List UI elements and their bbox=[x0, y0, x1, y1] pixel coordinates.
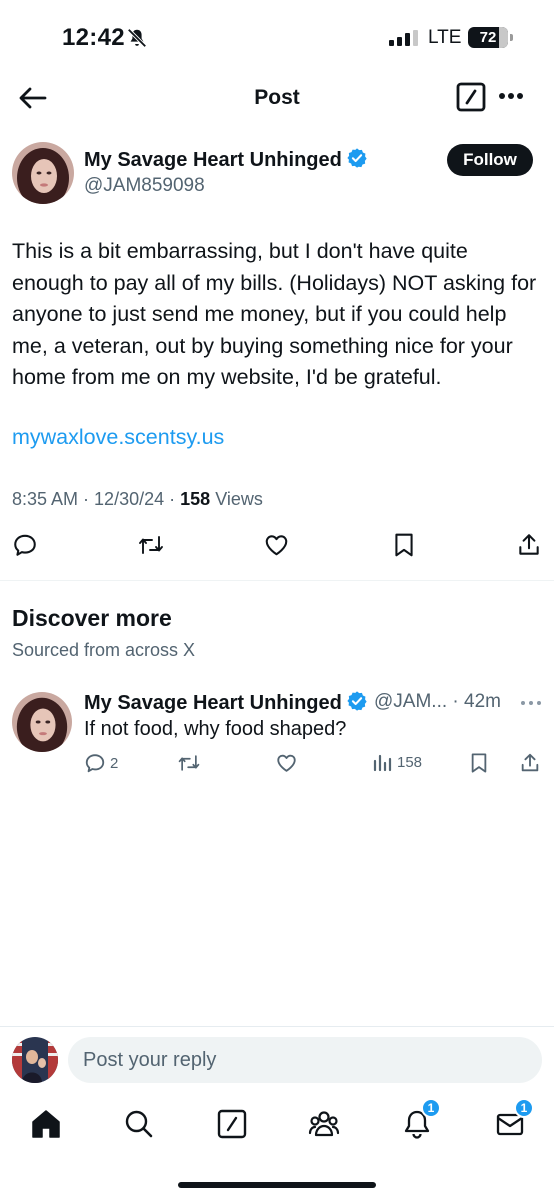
user-avatar[interactable] bbox=[12, 1037, 58, 1083]
related-reply-button[interactable]: 2 bbox=[84, 752, 118, 774]
header: Post bbox=[0, 72, 554, 124]
battery-level: 72 bbox=[479, 29, 497, 46]
heart-icon bbox=[277, 754, 296, 772]
analytics-icon bbox=[373, 754, 392, 772]
network-label: LTE bbox=[428, 27, 462, 48]
home-indicator bbox=[178, 1182, 376, 1188]
more-options-icon[interactable] bbox=[498, 92, 524, 100]
communities-icon[interactable] bbox=[308, 1108, 340, 1140]
compose-icon[interactable] bbox=[456, 82, 486, 112]
post-views-label: Views bbox=[215, 489, 263, 509]
related-author-name[interactable]: My Savage Heart Unhinged bbox=[84, 690, 368, 715]
post-link[interactable]: mywaxlove.scentsy.us bbox=[12, 425, 224, 450]
post-text: This is a bit embarrassing, but I don't … bbox=[12, 239, 537, 389]
related-like-button[interactable] bbox=[275, 752, 298, 774]
home-icon[interactable] bbox=[30, 1108, 62, 1140]
follow-button[interactable]: Follow bbox=[447, 144, 533, 176]
discover-title: Discover more bbox=[12, 605, 172, 631]
reply-icon bbox=[85, 754, 105, 773]
verified-badge-icon bbox=[347, 691, 367, 711]
bookmark-icon bbox=[395, 533, 413, 557]
post-time: 8:35 AM bbox=[12, 489, 79, 509]
related-bookmark-button[interactable] bbox=[469, 752, 489, 774]
related-repost-button[interactable] bbox=[177, 752, 201, 774]
post-date: 12/30/24 bbox=[94, 489, 165, 509]
heart-icon bbox=[265, 535, 288, 556]
notifications-badge: 1 bbox=[421, 1098, 441, 1118]
reply-icon bbox=[14, 534, 36, 556]
post-meta: 8:35 AM · 12/30/24 · 158 Views bbox=[12, 489, 263, 509]
related-views-count: 158 bbox=[397, 753, 423, 771]
bell-off-icon bbox=[127, 28, 147, 48]
status-time: 12:42 bbox=[62, 24, 125, 51]
reply-divider bbox=[0, 1026, 554, 1027]
author-handle[interactable]: @JAM859098 bbox=[84, 175, 205, 197]
verified-badge-icon bbox=[347, 148, 367, 168]
related-views-button[interactable]: 158 bbox=[373, 752, 422, 772]
bookmark-icon bbox=[471, 753, 487, 773]
related-author-avatar[interactable] bbox=[12, 692, 72, 752]
reply-input[interactable] bbox=[68, 1037, 542, 1083]
messages-tab[interactable]: 1 bbox=[494, 1098, 534, 1140]
like-button[interactable] bbox=[263, 532, 290, 558]
related-author-name-text: My Savage Heart Unhinged bbox=[84, 692, 342, 714]
related-post-text[interactable]: If not food, why food shaped? bbox=[84, 718, 346, 741]
messages-badge: 1 bbox=[514, 1098, 534, 1118]
notifications-tab[interactable]: 1 bbox=[401, 1098, 441, 1140]
status-bar: 12:42 LTE 72 bbox=[0, 0, 554, 72]
discover-subtitle: Sourced from across X bbox=[12, 640, 196, 660]
repost-button[interactable] bbox=[137, 532, 165, 558]
grok-icon[interactable] bbox=[216, 1108, 248, 1140]
related-author-handle: @JAM... bbox=[374, 691, 448, 712]
related-author-meta: @JAM... · 42m bbox=[374, 691, 501, 712]
share-icon bbox=[519, 534, 539, 555]
post-views-count: 158 bbox=[180, 489, 211, 509]
repost-icon bbox=[178, 755, 200, 771]
signal-icon bbox=[389, 30, 418, 46]
related-reply-count: 2 bbox=[110, 754, 119, 772]
author-name[interactable]: My Savage Heart Unhinged bbox=[84, 147, 368, 172]
search-icon[interactable] bbox=[123, 1108, 155, 1140]
share-icon bbox=[521, 753, 539, 772]
bookmark-button[interactable] bbox=[392, 532, 416, 558]
author-name-text: My Savage Heart Unhinged bbox=[84, 149, 342, 171]
related-more-options-icon[interactable] bbox=[520, 700, 542, 706]
battery-icon: 72 bbox=[468, 27, 513, 48]
reply-button[interactable] bbox=[12, 532, 38, 558]
share-button[interactable] bbox=[516, 532, 542, 558]
related-post-age: 42m bbox=[464, 691, 501, 712]
author-avatar[interactable] bbox=[12, 142, 74, 204]
section-divider bbox=[0, 580, 554, 581]
repost-icon bbox=[139, 536, 163, 554]
related-share-button[interactable] bbox=[519, 752, 541, 774]
